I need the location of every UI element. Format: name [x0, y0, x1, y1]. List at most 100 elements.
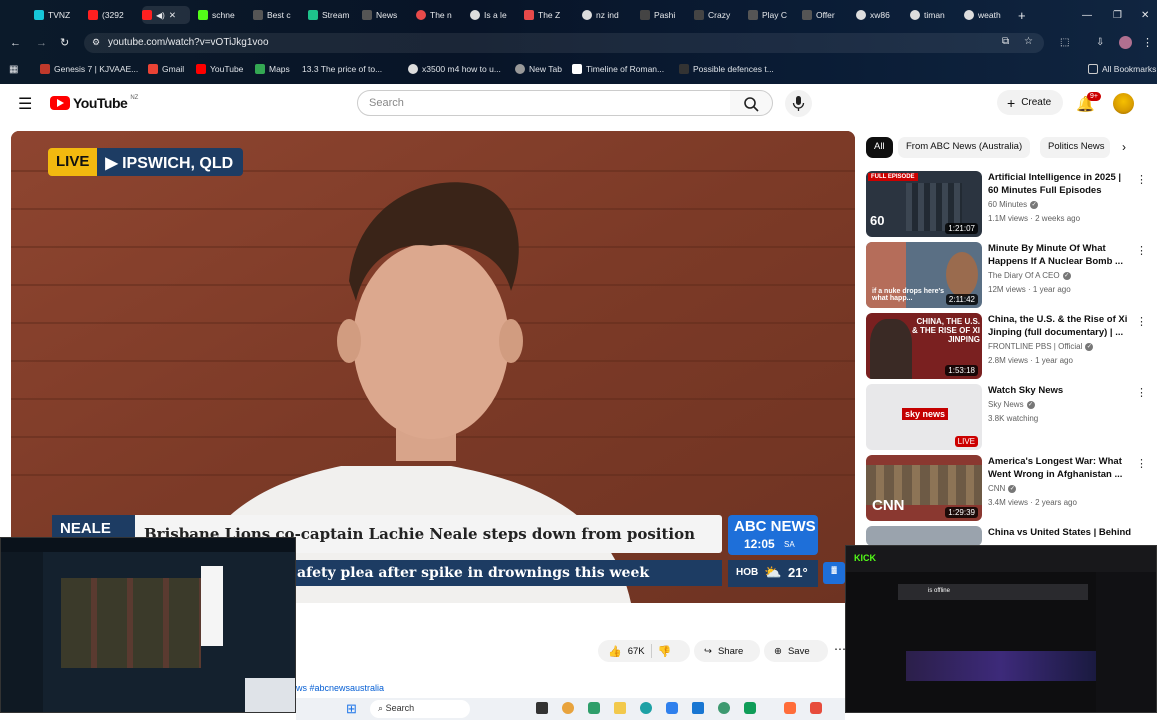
bookmark-item[interactable]: YouTube [196, 64, 243, 74]
browser-tab[interactable]: ◀) ✕ [142, 6, 190, 24]
edge-icon[interactable] [640, 702, 652, 714]
browser-tab[interactable]: timan [910, 6, 960, 24]
channel-name[interactable]: Sky News ✓ [988, 400, 1035, 409]
channel-name[interactable]: CNN ✓ [988, 484, 1017, 493]
more-options-icon[interactable]: ⋮ [1136, 244, 1147, 257]
windows-start-icon[interactable]: ⊞ [346, 701, 357, 717]
account-avatar[interactable] [1113, 93, 1134, 114]
video-title[interactable]: China, the U.S. & the Rise of Xi Jinping… [988, 313, 1133, 339]
chip-politics-news[interactable]: Politics News [1040, 137, 1110, 158]
recommendation-item[interactable]: China vs United States | Behind [866, 526, 1151, 546]
window-close-icon[interactable]: ✕ [1141, 6, 1149, 24]
save-button[interactable]: ⊕ Save [764, 640, 828, 662]
app-icon[interactable] [666, 702, 678, 714]
thumbs-down-icon[interactable]: 👎 [658, 645, 672, 658]
browser-tab[interactable]: The Z [524, 6, 572, 24]
chevron-right-icon[interactable]: › [1122, 140, 1126, 154]
video-thumbnail[interactable]: if a nuke drops here's what happ... 2:11… [866, 242, 982, 308]
more-options-icon[interactable]: ⋮ [1136, 457, 1147, 470]
more-options-icon[interactable]: ⋮ [1136, 386, 1147, 399]
address-bar[interactable]: ⚙ youtube.com/watch?v=vOTiJkg1voo ⧉ ☆ [84, 33, 1044, 53]
channel-name[interactable]: The Diary Of A CEO ✓ [988, 271, 1071, 280]
more-options-icon[interactable]: ⋮ [1136, 173, 1147, 186]
bookmark-star-icon[interactable]: ☆ [1024, 36, 1033, 47]
bookmark-item[interactable]: x3500 m4 how to u... [408, 64, 501, 74]
browser-tab[interactable]: xw86 [856, 6, 906, 24]
browser-tab[interactable]: Is a le [470, 6, 518, 24]
chrome-icon[interactable] [562, 702, 574, 714]
chip-all[interactable]: All [866, 137, 893, 158]
create-button[interactable]: + Create [997, 90, 1063, 115]
bookmark-item[interactable]: Possible defences t... [679, 64, 774, 74]
menu-icon[interactable]: ⋮ [1142, 36, 1153, 49]
site-info-icon[interactable]: ⚙ [92, 37, 100, 48]
bookmark-item[interactable]: Timeline of Roman... [572, 64, 664, 74]
install-icon[interactable]: ⧉ [1002, 36, 1009, 47]
bookmark-item[interactable]: Genesis 7 | KJVAAE... [40, 64, 138, 74]
youtube-logo[interactable]: YouTube NZ [50, 95, 138, 111]
app-icon[interactable] [810, 702, 822, 714]
profile-avatar[interactable] [1119, 36, 1132, 49]
channel-name[interactable]: 60 Minutes ✓ [988, 200, 1039, 209]
video-title[interactable]: Minute By Minute Of What Happens If A Nu… [988, 242, 1133, 268]
browser-tab[interactable]: The n [416, 6, 464, 24]
browser-tab[interactable]: TVNZ [34, 6, 82, 24]
app-icon[interactable] [588, 702, 600, 714]
browser-tab[interactable]: (3292 [88, 6, 138, 24]
bookmark-item[interactable]: 13.3 The price of to... [302, 64, 382, 74]
video-thumbnail[interactable]: CHINA, THE U.S. & THE RISE OF XI JINPING… [866, 313, 982, 379]
video-thumbnail[interactable]: FULL EPISODE 60 1:21:07 [866, 171, 982, 237]
video-thumbnail[interactable] [866, 526, 982, 546]
browser-tab[interactable]: nz ind [582, 6, 634, 24]
channel-name[interactable]: FRONTLINE PBS | Official ✓ [988, 342, 1094, 351]
browser-tab[interactable]: Offer [802, 6, 852, 24]
thumbs-up-icon[interactable]: 👍 [608, 645, 622, 658]
all-bookmarks-button[interactable]: All Bookmarks [1088, 64, 1156, 74]
more-options-icon[interactable]: ⋮ [1136, 315, 1147, 328]
like-count[interactable]: 67K [628, 646, 645, 657]
video-title[interactable]: Watch Sky News [988, 384, 1133, 397]
apps-icon[interactable]: ▦ [9, 64, 18, 75]
taskbar-search[interactable]: ⌕ Search [370, 700, 470, 718]
recommendation-item[interactable]: CNN 1:29:39 America's Longest War: What … [866, 455, 1151, 521]
recommendation-item[interactable]: if a nuke drops here's what happ... 2:11… [866, 242, 1151, 308]
back-icon[interactable]: ← [10, 37, 21, 49]
description-hashtag[interactable]: ws #abcnewsaustralia [296, 683, 384, 693]
chip-from-abc-news[interactable]: From ABC News (Australia) [898, 137, 1031, 158]
reload-icon[interactable]: ↻ [60, 36, 69, 49]
browser-tab[interactable]: weath [964, 6, 1014, 24]
close-icon[interactable]: ✕ [169, 10, 176, 21]
hamburger-menu-icon[interactable]: ☰ [18, 94, 32, 114]
voice-search-button[interactable] [785, 90, 812, 117]
forward-icon[interactable]: → [36, 37, 47, 49]
downloads-icon[interactable]: ⇩ [1096, 37, 1104, 48]
minimize-icon[interactable]: — [1082, 6, 1092, 24]
app-icon[interactable] [744, 702, 756, 714]
recommendation-item[interactable]: CHINA, THE U.S. & THE RISE OF XI JINPING… [866, 313, 1151, 379]
browser-tab[interactable]: News [362, 6, 410, 24]
folder-icon[interactable] [614, 702, 626, 714]
browser-tab[interactable]: Play C [748, 6, 798, 24]
browser-tab[interactable]: schne [198, 6, 250, 24]
browser-tab[interactable]: Best c [253, 6, 303, 24]
bookmark-item[interactable]: New Tab [515, 64, 562, 74]
video-thumbnail[interactable]: CNN 1:29:39 [866, 455, 982, 521]
search-button[interactable] [730, 90, 773, 116]
video-title[interactable]: America's Longest War: What Went Wrong i… [988, 455, 1133, 481]
extensions-icon[interactable]: ⬚ [1060, 37, 1069, 48]
recommendation-item[interactable]: sky news LIVE Watch Sky News Sky News ✓ 3… [866, 384, 1151, 450]
browser-tab[interactable]: Pashi [640, 6, 690, 24]
recommendation-item[interactable]: FULL EPISODE 60 1:21:07 Artificial Intel… [866, 171, 1151, 237]
browser-tab[interactable]: Crazy [694, 6, 742, 24]
video-title[interactable]: Artificial Intelligence in 2025 | 60 Min… [988, 171, 1133, 197]
app-icon[interactable] [784, 702, 796, 714]
maximize-icon[interactable]: ❐ [1113, 6, 1122, 24]
app-icon[interactable] [692, 702, 704, 714]
file-explorer-icon[interactable] [536, 702, 548, 714]
bookmark-item[interactable]: Gmail [148, 64, 184, 74]
new-tab-button[interactable]: + [1018, 6, 1026, 24]
video-thumbnail[interactable]: sky news LIVE [866, 384, 982, 450]
share-button[interactable]: ↪ Share [694, 640, 760, 662]
browser-tab[interactable]: Stream [308, 6, 358, 24]
search-input[interactable]: Search [357, 90, 731, 116]
